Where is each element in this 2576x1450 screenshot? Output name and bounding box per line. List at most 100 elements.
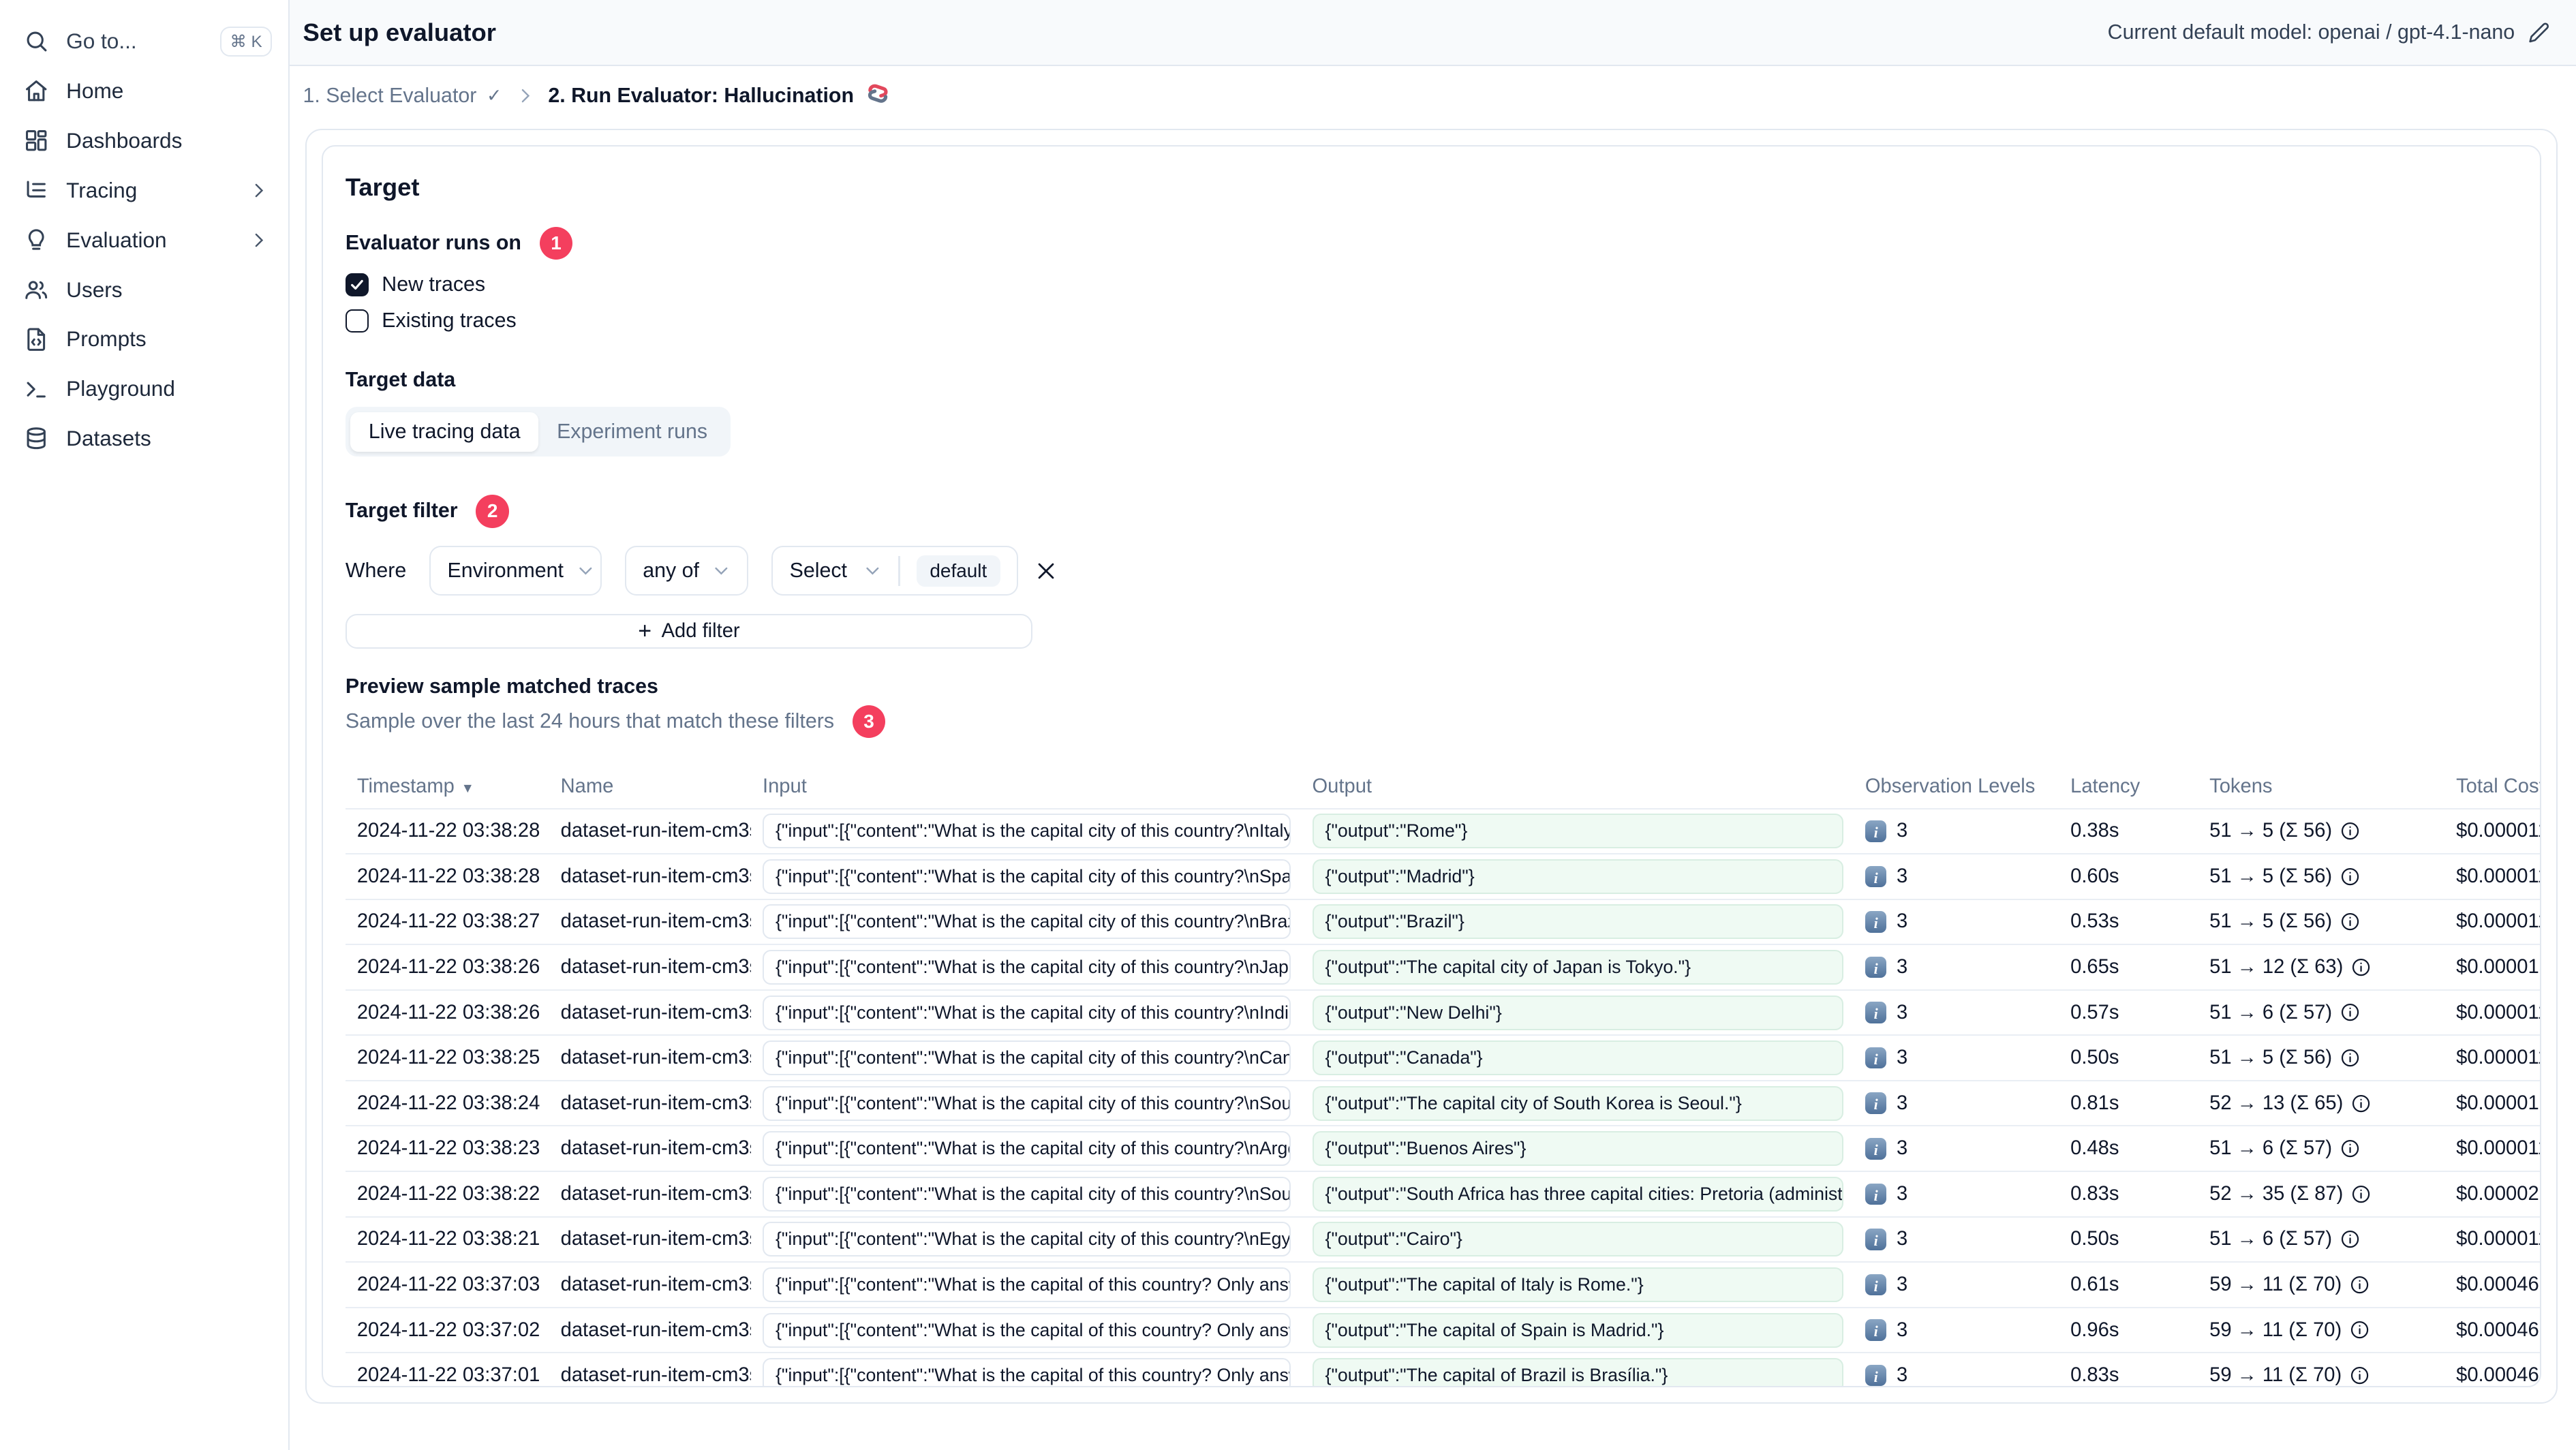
- dashboards-icon: [23, 127, 50, 154]
- preview-title: Preview sample matched traces: [345, 675, 658, 698]
- info-circle-icon[interactable]: [2351, 1094, 2371, 1113]
- sidebar-item-users[interactable]: Users: [0, 265, 288, 315]
- filter-row: Where Environment any of Select default: [346, 546, 2541, 596]
- info-circle-icon[interactable]: [2351, 957, 2371, 977]
- table-row[interactable]: 2024-11-22 03:38:28 dataset-run-item-cm3…: [345, 809, 2541, 855]
- cell-total-cost: $0.000011 (: [2456, 1047, 2542, 1069]
- goto-search[interactable]: Go to... ⌘ K: [0, 16, 288, 66]
- column-header-latency[interactable]: Latency: [2059, 775, 2198, 798]
- cell-observation-levels: 3: [1854, 1228, 2059, 1250]
- tracing-icon: [23, 177, 50, 204]
- table-row[interactable]: 2024-11-22 03:37:02 dataset-run-item-cm3…: [345, 1308, 2541, 1354]
- info-circle-icon[interactable]: [2340, 1139, 2360, 1158]
- info-circle-icon[interactable]: [2340, 1002, 2360, 1022]
- chevron-right-icon: [249, 230, 269, 250]
- filter-column-select[interactable]: Environment: [429, 546, 602, 596]
- cell-output: {"output":"The capital city of South Kor…: [1301, 1085, 1854, 1121]
- column-header-cost[interactable]: Total Cost: [2444, 775, 2540, 798]
- table-row[interactable]: 2024-11-22 03:38:26 dataset-run-item-cm3…: [345, 991, 2541, 1036]
- info-circle-icon[interactable]: [2340, 912, 2360, 931]
- remove-filter-icon[interactable]: [1034, 559, 1058, 583]
- search-icon: [23, 28, 50, 55]
- preview-traces-table: Timestamp ▼ Name Input Output Observation Lev…: [345, 766, 2542, 1387]
- checkbox-new-traces[interactable]: New traces: [345, 273, 2541, 296]
- info-circle-icon[interactable]: [2340, 1048, 2360, 1068]
- cell-total-cost: $0.000011 (: [2456, 1137, 2542, 1160]
- cell-latency: 0.50s: [2070, 1228, 2119, 1250]
- target-filter-label-row: Target filter 2: [346, 495, 2541, 528]
- cell-timestamp: 2024-11-22 03:38:25: [356, 1047, 540, 1069]
- cell-output: {"output":"Madrid"}: [1301, 859, 1854, 894]
- sidebar-item-evaluation[interactable]: Evaluation: [0, 215, 288, 265]
- sidebar-item-playground[interactable]: Playground: [0, 364, 288, 414]
- info-circle-icon[interactable]: [2350, 1275, 2370, 1295]
- edit-pencil-icon[interactable]: [2528, 22, 2550, 44]
- sort-desc-icon: ▼: [461, 781, 474, 797]
- info-circle-icon[interactable]: [2351, 1184, 2371, 1204]
- column-header-input[interactable]: Input: [751, 775, 1301, 798]
- table-row[interactable]: 2024-11-22 03:38:24 dataset-run-item-cm3…: [345, 1081, 2541, 1127]
- target-data-label: Target data: [345, 369, 456, 392]
- add-filter-button[interactable]: + Add filter: [345, 613, 1032, 649]
- column-header-output[interactable]: Output: [1301, 775, 1854, 798]
- cell-latency: 0.38s: [2070, 820, 2119, 842]
- info-emoji-icon: [1865, 1092, 1887, 1114]
- info-circle-icon[interactable]: [2340, 867, 2360, 886]
- sidebar-item-home[interactable]: Home: [0, 66, 288, 116]
- cell-name: dataset-run-item-cm3s4: [560, 1318, 751, 1341]
- info-emoji-icon: [1865, 911, 1887, 933]
- cell-tokens: 51 → 6 (Σ 57): [2198, 1137, 2444, 1160]
- cell-observation-levels: 3: [1854, 820, 2059, 842]
- sidebar-item-dashboards[interactable]: Dashboards: [0, 116, 288, 166]
- table-row[interactable]: 2024-11-22 03:38:27 dataset-run-item-cm3…: [345, 900, 2542, 946]
- breadcrumb-step1[interactable]: 1. Select Evaluator ✓: [303, 84, 502, 108]
- table-row[interactable]: 2024-11-22 03:38:28 dataset-run-item-cm3…: [345, 854, 2541, 900]
- ragas-knot-icon: [865, 81, 890, 111]
- tab-live-tracing-data[interactable]: Live tracing data: [350, 412, 539, 452]
- info-circle-icon[interactable]: [2350, 1366, 2370, 1385]
- cell-input: {"input":[{"content":"What is the capita…: [751, 904, 1301, 940]
- table-row[interactable]: 2024-11-22 03:38:23 dataset-run-item-cm3…: [345, 1126, 2542, 1173]
- cell-observation-levels: 3: [1854, 1092, 2059, 1115]
- breadcrumb: 1. Select Evaluator ✓ 2. Run Evaluator: …: [290, 66, 2576, 126]
- table-row[interactable]: 2024-11-22 03:38:25 dataset-run-item-cm3…: [345, 1036, 2542, 1081]
- column-header-name[interactable]: Name: [549, 775, 751, 798]
- cell-name: dataset-run-item-cm3s4: [560, 1228, 751, 1250]
- table-row[interactable]: 2024-11-22 03:38:21 dataset-run-item-cm3…: [345, 1218, 2541, 1263]
- cell-tokens: 51 → 6 (Σ 57): [2198, 1002, 2444, 1024]
- cell-latency: 0.48s: [2070, 1137, 2119, 1160]
- filter-operator-select[interactable]: any of: [624, 546, 749, 596]
- table-row[interactable]: 2024-11-22 03:37:03 dataset-run-item-cm3…: [345, 1263, 2541, 1308]
- preview-subtitle-row: Sample over the last 24 hours that match…: [346, 705, 2541, 739]
- column-header-obs[interactable]: Observation Levels: [1854, 775, 2059, 798]
- cell-observation-levels: 3: [1854, 865, 2059, 888]
- cell-total-cost: $0.00046 (: [2456, 1273, 2540, 1295]
- sidebar-item-prompts[interactable]: Prompts: [0, 315, 288, 365]
- chevron-down-icon: [577, 561, 595, 580]
- info-circle-icon[interactable]: [2340, 821, 2360, 841]
- sidebar-item-datasets[interactable]: Datasets: [0, 414, 288, 463]
- checkbox-existing-traces[interactable]: Existing traces: [345, 309, 2541, 333]
- column-header-tokens[interactable]: Tokens: [2198, 775, 2444, 798]
- info-emoji-icon: [1865, 1274, 1887, 1296]
- sidebar-item-tracing[interactable]: Tracing: [0, 166, 288, 215]
- target-section-card: Target Evaluator runs on 1 New traces Ex…: [322, 145, 2542, 1388]
- filter-value-select[interactable]: Select default: [771, 546, 1018, 596]
- cell-output: {"output":"South Africa has three capita…: [1301, 1176, 1854, 1212]
- column-header-timestamp[interactable]: Timestamp ▼: [346, 775, 549, 798]
- table-row[interactable]: 2024-11-22 03:37:01 dataset-run-item-cm3…: [346, 1353, 2540, 1387]
- tab-experiment-runs[interactable]: Experiment runs: [538, 412, 725, 452]
- cell-input: {"input":[{"content":"What is the capita…: [751, 1358, 1301, 1387]
- runs-on-label-row: Evaluator runs on 1: [346, 226, 2541, 260]
- cell-timestamp: 2024-11-22 03:38:21: [356, 1228, 540, 1250]
- cell-name: dataset-run-item-cm3s4: [560, 1364, 751, 1387]
- cell-name: dataset-run-item-cm3s4: [560, 910, 751, 933]
- cell-tokens: 51 → 5 (Σ 56): [2198, 820, 2444, 842]
- table-row[interactable]: 2024-11-22 03:38:22 dataset-run-item-cm3…: [345, 1172, 2541, 1218]
- cell-total-cost: $0.000011 (: [2456, 910, 2542, 933]
- info-circle-icon[interactable]: [2350, 1320, 2370, 1340]
- cell-input: {"input":[{"content":"What is the capita…: [751, 1312, 1301, 1348]
- step-badge-3: 3: [852, 705, 886, 739]
- table-row[interactable]: 2024-11-22 03:38:26 dataset-run-item-cm3…: [345, 945, 2541, 991]
- info-circle-icon[interactable]: [2340, 1229, 2360, 1249]
